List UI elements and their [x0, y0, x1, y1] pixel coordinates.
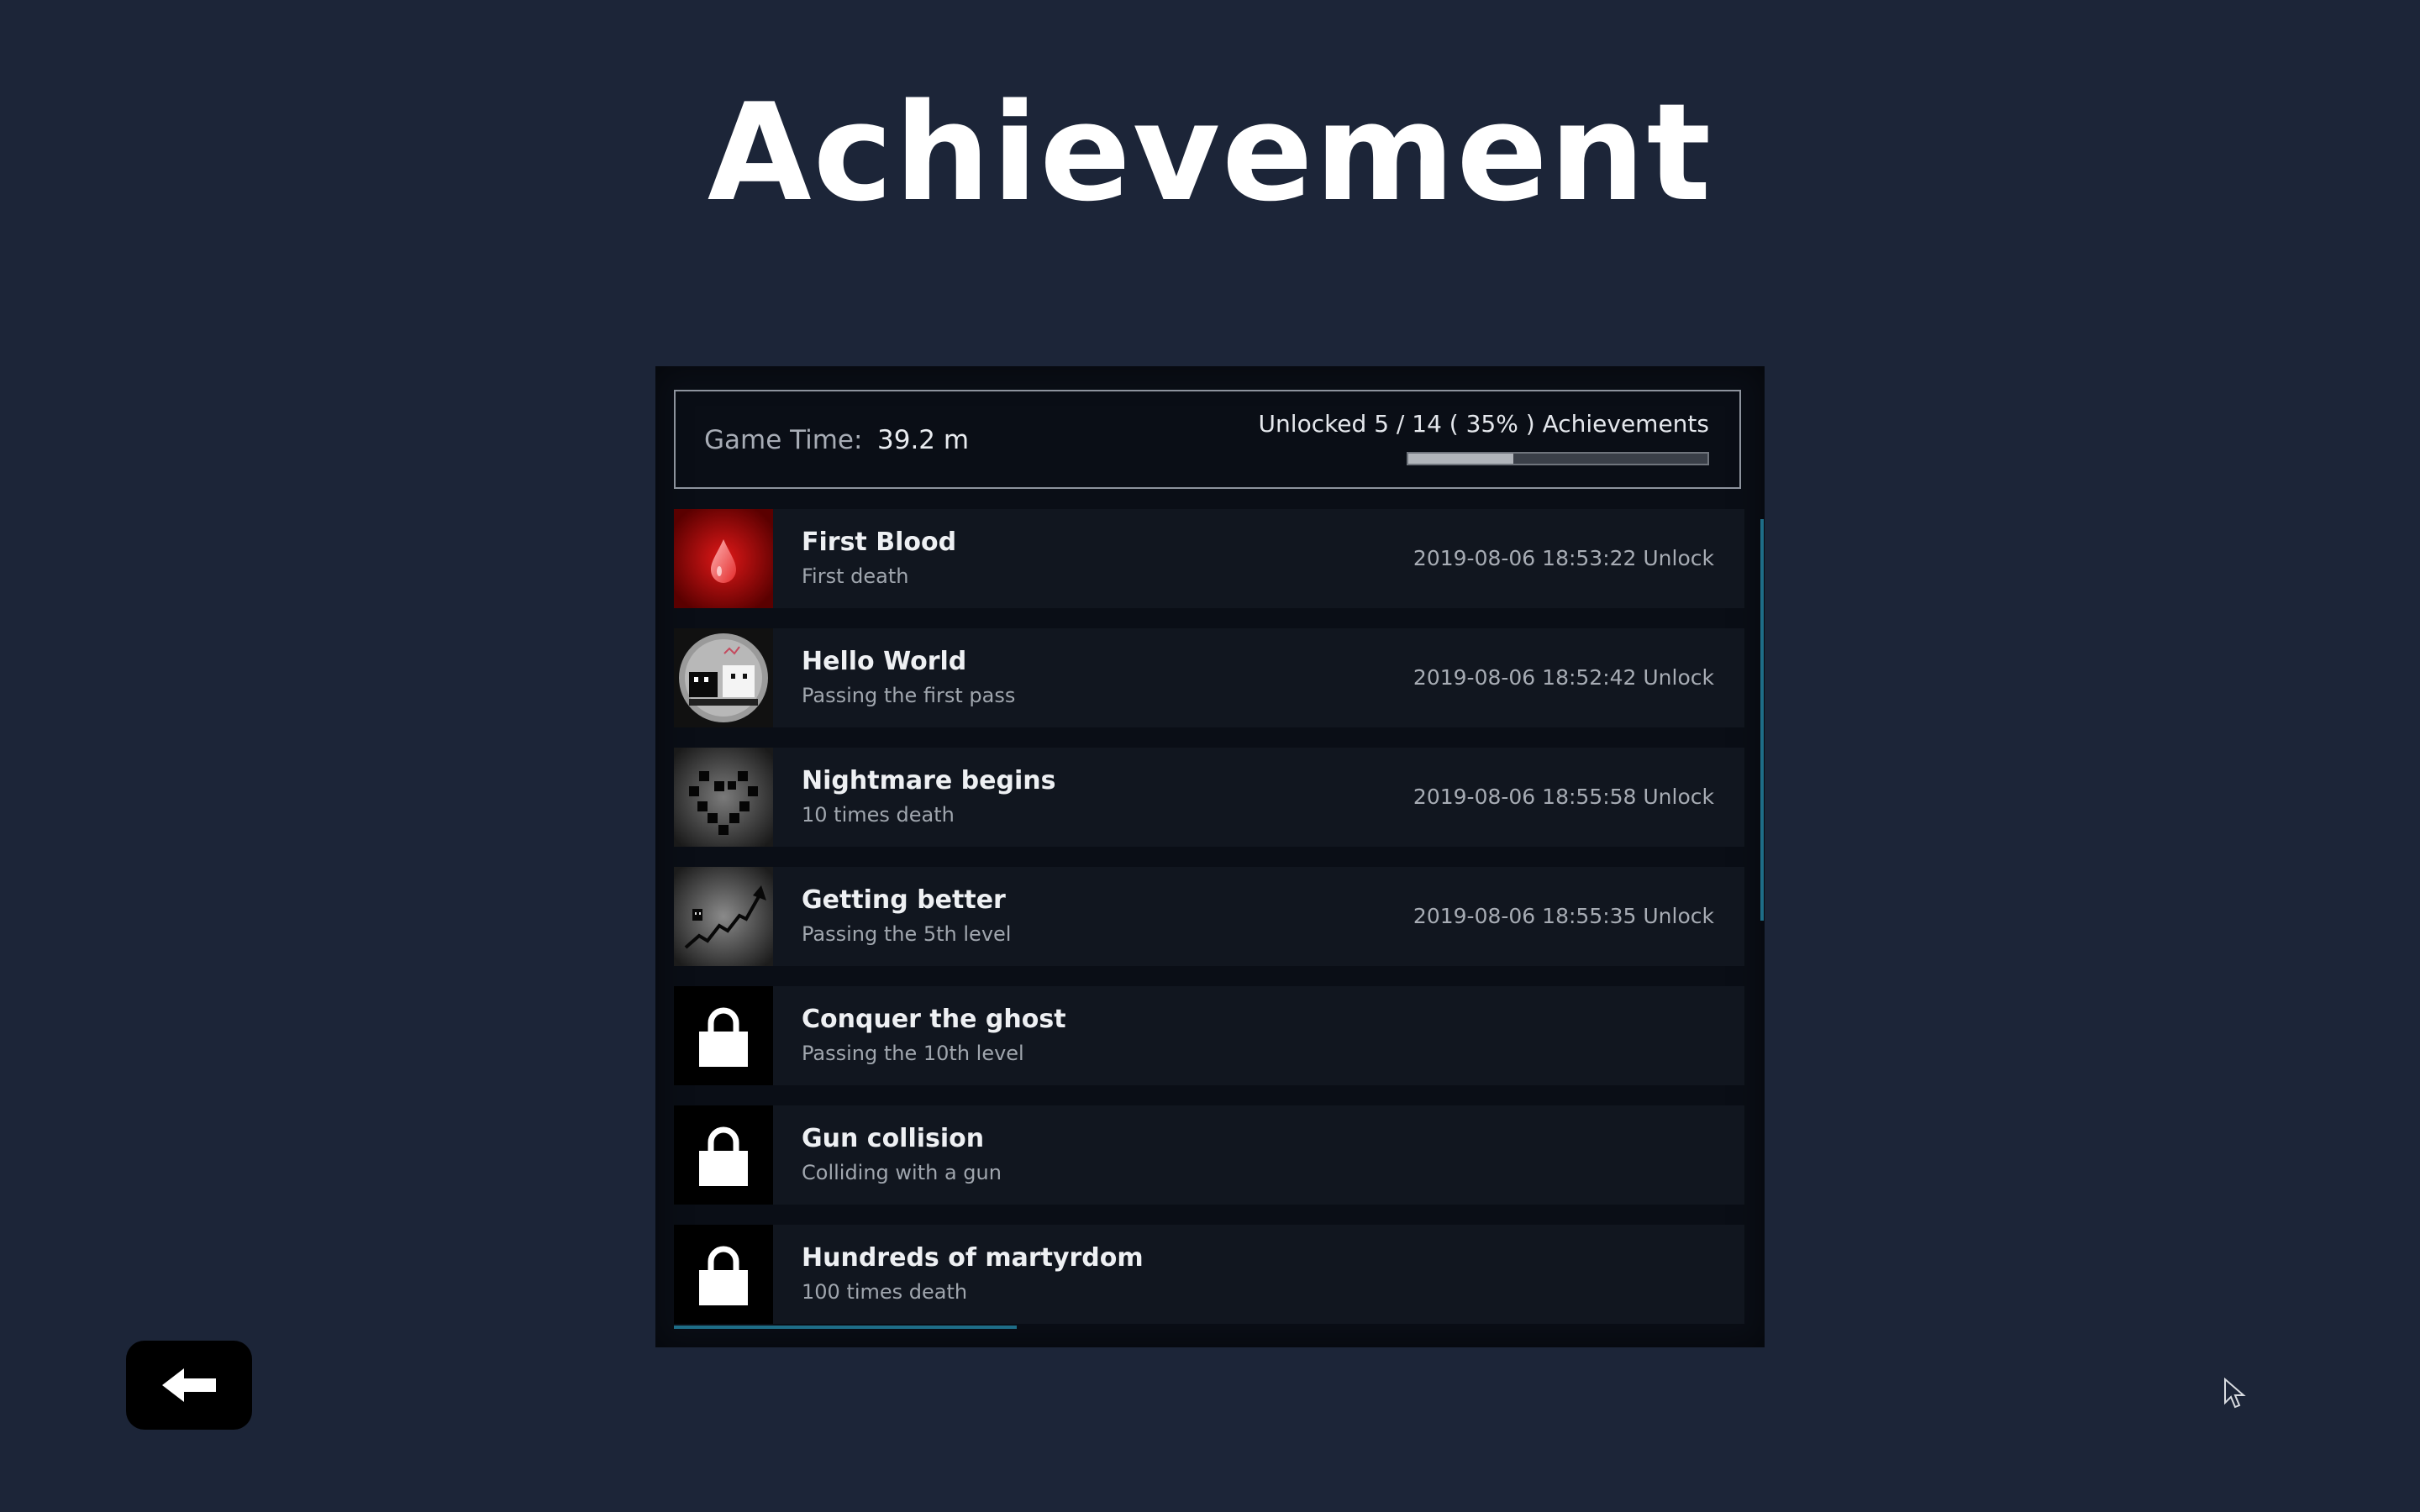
- horizontal-scrollbar[interactable]: [674, 1326, 1017, 1329]
- achievement-row[interactable]: Hundreds of martyrdom 100 times death: [674, 1225, 1744, 1324]
- achievement-title: Hundreds of martyrdom: [802, 1243, 1144, 1273]
- achievement-row[interactable]: Conquer the ghost Passing the 10th level: [674, 986, 1744, 1085]
- stats-box: Game Time: 39.2 m Unlocked 5 / 14 ( 35% …: [674, 390, 1741, 489]
- achievement-title: Hello World: [802, 647, 967, 676]
- lock-icon: [674, 1225, 773, 1324]
- back-button[interactable]: [126, 1341, 252, 1430]
- achievements-panel: Game Time: 39.2 m Unlocked 5 / 14 ( 35% …: [655, 366, 1765, 1347]
- back-arrow-icon: [162, 1368, 216, 1402]
- unlock-progress-bar: [1407, 452, 1709, 465]
- achievement-row[interactable]: Hello World Passing the first pass 2019-…: [674, 628, 1744, 727]
- vertical-scrollbar[interactable]: [1760, 519, 1764, 921]
- achievement-description: Passing the 5th level: [802, 922, 1012, 946]
- blood-drop-icon: [674, 509, 773, 608]
- achievement-row[interactable]: Gun collision Colliding with a gun: [674, 1105, 1744, 1205]
- achievement-unlock-time: 2019-08-06 18:53:22 Unlock: [1413, 546, 1714, 570]
- achievement-description: Passing the 10th level: [802, 1042, 1024, 1065]
- pixel-heart-icon: [674, 748, 773, 847]
- game-time-label: Game Time:: [704, 425, 863, 455]
- game-time-value: 39.2 m: [877, 425, 970, 455]
- achievement-description: Colliding with a gun: [802, 1161, 1002, 1184]
- achievement-title: First Blood: [802, 528, 957, 557]
- achievement-description: Passing the first pass: [802, 684, 1016, 707]
- mouse-cursor-icon: [2224, 1378, 2246, 1409]
- rising-arrow-icon: [674, 867, 773, 966]
- achievement-list[interactable]: First Blood First death 2019-08-06 18:53…: [674, 509, 1746, 1332]
- achievement-row[interactable]: Nightmare begins 10 times death 2019-08-…: [674, 748, 1744, 847]
- hello-world-icon: [674, 628, 773, 727]
- lock-icon: [674, 1105, 773, 1205]
- achievement-title: Gun collision: [802, 1124, 985, 1153]
- achievement-unlock-time: 2019-08-06 18:55:58 Unlock: [1413, 785, 1714, 809]
- achievement-unlock-time: 2019-08-06 18:52:42 Unlock: [1413, 665, 1714, 690]
- achievement-description: 10 times death: [802, 803, 955, 827]
- unlocked-summary: Unlocked 5 / 14 ( 35% ) Achievements: [1258, 410, 1709, 438]
- page-title: Achievement: [707, 74, 1713, 231]
- achievement-title: Nightmare begins: [802, 766, 1056, 795]
- achievement-title: Conquer the ghost: [802, 1005, 1066, 1034]
- lock-icon: [674, 986, 773, 1085]
- achievement-title: Getting better: [802, 885, 1006, 915]
- achievement-unlock-time: 2019-08-06 18:55:35 Unlock: [1413, 904, 1714, 928]
- unlock-progress-fill: [1408, 454, 1513, 464]
- achievement-row[interactable]: First Blood First death 2019-08-06 18:53…: [674, 509, 1744, 608]
- achievement-description: First death: [802, 564, 909, 588]
- achievement-row[interactable]: Getting better Passing the 5th level 201…: [674, 867, 1744, 966]
- achievement-description: 100 times death: [802, 1280, 968, 1304]
